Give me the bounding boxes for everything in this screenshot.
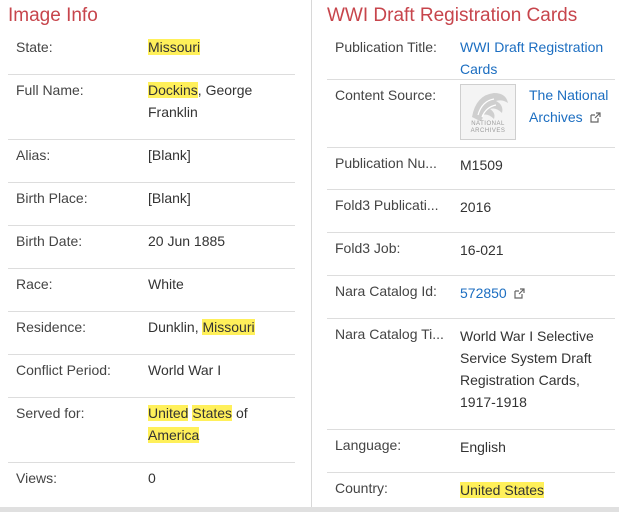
value-segment: 20 Jun 1885 [148,233,226,249]
alias-label: Alias: [16,147,51,163]
nara-catalog-id-value: 572850 [460,282,611,305]
image-info-rows: State: Missouri Full Name: Dockins, George … [8,32,295,503]
fold3-publication-value: 2016 [460,199,492,215]
value-segment: World War I [148,362,222,378]
horizontal-scrollbar[interactable] [0,507,619,512]
value-segment: Missouri [202,319,255,335]
value-segment: Missouri [148,39,201,55]
state-value: Missouri [148,36,291,58]
publication-title-link[interactable]: WWI Draft Registration Cards [460,36,611,80]
alias-row: Alias: [Blank] [8,140,295,183]
publication-rows: Publication Title: WWI Draft Registratio… [327,32,615,512]
image-info-page: Image Info State: Missouri Full Name: Docki… [0,0,619,512]
birth-date-row: Birth Date: 20 Jun 1885 [8,226,295,269]
views-row: Views: 0 [8,463,295,503]
language-row: Language: English [327,430,615,473]
full-name-value: Dockins, George Franklin [148,79,291,123]
publication-title-row: Publication Title: WWI Draft Registratio… [327,32,615,80]
conflict-period-value: World War I [148,359,291,381]
national-archives-logo[interactable]: NATIONAL ARCHIVES [460,84,516,140]
value-segment: White [148,276,184,292]
value-segment: of [232,405,248,421]
race-value: White [148,273,291,295]
fold3-job-row: Fold3 Job: 16-021 [327,233,615,276]
publication-number-value: M1509 [460,157,503,173]
birth-date-value: 20 Jun 1885 [148,230,291,252]
value-segment: [Blank] [148,147,191,163]
country-label: Country: [335,480,388,496]
conflict-period-label: Conflict Period: [16,362,111,378]
fold3-job-value: 16-021 [460,242,504,258]
external-link-icon[interactable] [589,107,601,129]
birth-place-value: [Blank] [148,187,291,209]
served-for-label: Served for: [16,405,85,421]
language-label: Language: [335,437,402,453]
value-segment: United [148,405,189,421]
fold3-job-label: Fold3 Job: [335,240,401,256]
birth-place-label: Birth Place: [16,190,88,206]
full-name-label: Full Name: [16,82,84,98]
race-row: Race: White [8,269,295,312]
national-archives-logo-text: NATIONAL ARCHIVES [470,121,506,134]
publication-title-heading: WWI Draft Registration Cards [327,5,578,26]
served-for-row: Served for: United States of America [8,398,295,463]
value-segment: United [460,482,501,498]
state-label: State: [16,39,53,55]
value-segment: Dockins [148,82,198,98]
value-segment: Dunklin, [148,319,203,335]
value-segment: States [192,405,233,421]
image-info-panel: Image Info State: Missouri Full Name: Docki… [0,0,311,486]
residence-row: Residence: Dunklin, Missouri [8,312,295,355]
fold3-publication-label: Fold3 Publicati... [335,197,439,213]
race-label: Race: [16,276,53,292]
nara-catalog-id-label: Nara Catalog Id: [335,283,437,299]
publication-title-label: Publication Title: [335,39,437,55]
nara-catalog-id-row: Nara Catalog Id: 572850 [327,276,615,319]
residence-value: Dunklin, Missouri [148,316,291,338]
state-row: State: Missouri [8,32,295,75]
nara-catalog-title-label: Nara Catalog Ti... [335,326,444,342]
image-info-title: Image Info [8,5,98,26]
publication-number-label: Publication Nu... [335,155,437,171]
publication-number-row: Publication Nu... M1509 [327,148,615,190]
external-link-icon[interactable] [514,283,525,305]
nara-catalog-id-link[interactable]: 572850 [460,285,507,301]
content-source-row: Content Source: NATIONAL ARCHIVES The Na… [327,80,615,148]
nara-catalog-title-value: World War I Selective Service System Dra… [460,328,594,410]
residence-label: Residence: [16,319,87,335]
country-value: United States [460,479,611,501]
alias-value: [Blank] [148,144,291,166]
views-value: 0 [148,467,291,489]
conflict-period-row: Conflict Period: World War I [8,355,295,398]
content-source-value: The National Archives [529,84,609,129]
content-source-label: Content Source: [335,87,437,103]
full-name-row: Full Name: Dockins, George Franklin [8,75,295,140]
value-segment: 0 [148,470,156,486]
views-label: Views: [16,470,57,486]
nara-catalog-title-row: Nara Catalog Ti... World War I Selective… [327,319,615,430]
value-segment: [Blank] [148,190,191,206]
publication-panel: WWI Draft Registration Cards Publication… [311,0,619,507]
birth-place-row: Birth Place: [Blank] [8,183,295,226]
birth-date-label: Birth Date: [16,233,83,249]
language-value: English [460,439,506,455]
fold3-publication-row: Fold3 Publicati... 2016 [327,190,615,233]
value-segment: States [504,482,545,498]
value-segment: America [148,427,200,443]
served-for-value: United States of America [148,402,291,446]
